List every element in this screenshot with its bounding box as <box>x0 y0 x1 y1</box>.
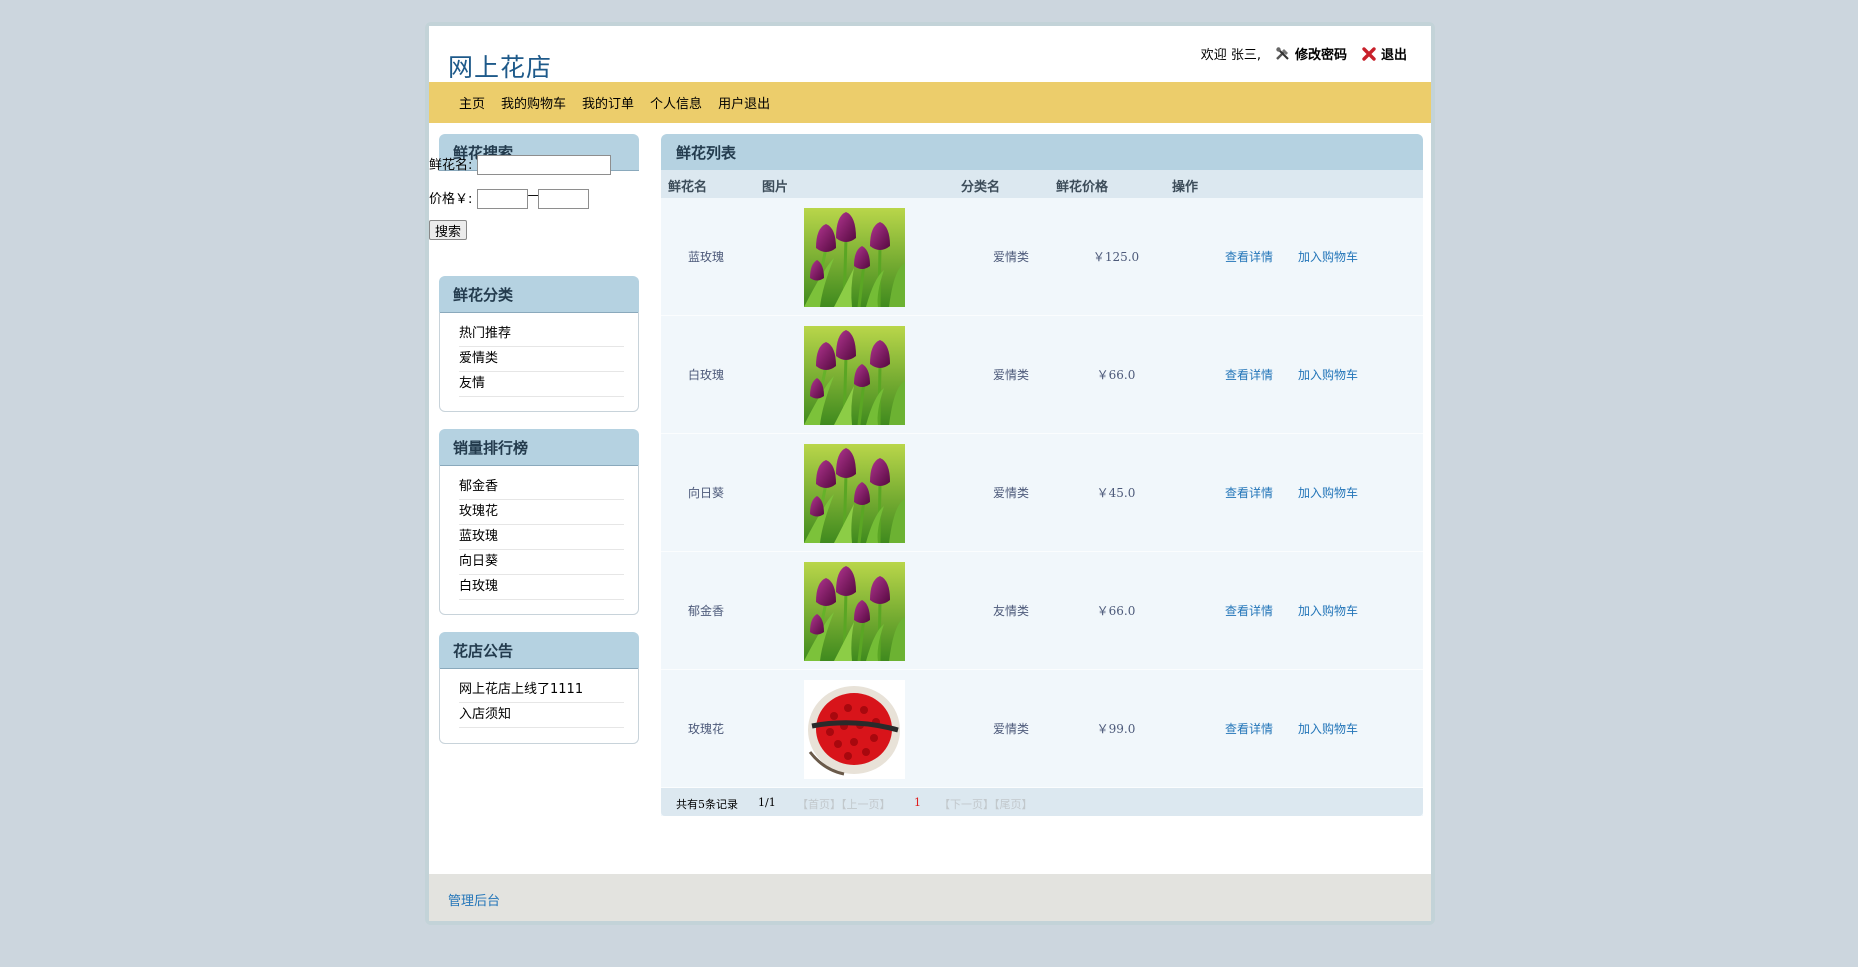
col-header-price: 鲜花价格 <box>1056 180 1109 195</box>
flower-category: 爱情类 <box>992 250 1029 264</box>
category-panel-title: 鲜花分类 <box>453 286 514 304</box>
ranking-item[interactable]: 白玫瑰 <box>459 575 624 600</box>
admin-link[interactable]: 管理后台 <box>448 890 500 909</box>
notice-panel: 网上花店上线了1111 入店须知 <box>439 668 639 744</box>
flower-image[interactable] <box>802 206 907 309</box>
flower-image[interactable] <box>802 442 907 545</box>
category-panel: 热门推荐 爱情类 友情 <box>439 312 639 412</box>
next-last-page-links[interactable]: 【下一页】【尾页】 <box>939 796 1033 812</box>
close-icon <box>1361 46 1377 62</box>
header: 网上花店 欢迎 张三, 修改密码 退出 <box>429 26 1431 82</box>
notice-panel-header: 花店公告 <box>439 632 639 669</box>
col-header-name: 鲜花名 <box>668 180 708 195</box>
category-panel-header: 鲜花分类 <box>439 276 639 313</box>
price-max-input[interactable] <box>537 189 589 209</box>
notice-panel-title: 花店公告 <box>453 642 514 660</box>
add-to-cart-link[interactable]: 加入购物车 <box>1298 720 1358 737</box>
flower-name: 蓝玫瑰 <box>687 250 724 264</box>
nav-profile[interactable]: 个人信息 <box>650 93 702 112</box>
flower-category: 爱情类 <box>992 486 1029 500</box>
view-detail-link[interactable]: 查看详情 <box>1225 484 1273 501</box>
flower-list-header: 鲜花列表 <box>661 134 1423 170</box>
flower-category: 爱情类 <box>992 722 1029 736</box>
page-indicator: 1/1 <box>758 796 776 809</box>
ranking-panel: 郁金香 玫瑰花 蓝玫瑰 向日葵 白玫瑰 <box>439 465 639 615</box>
flower-price: ￥66.0 <box>1096 604 1136 618</box>
site-title: 网上花店 <box>448 53 553 82</box>
nav-my-cart[interactable]: 我的购物车 <box>501 93 566 112</box>
add-to-cart-link[interactable]: 加入购物车 <box>1298 602 1358 619</box>
page-container: 网上花店 欢迎 张三, 修改密码 退出 主页 我的购物车 我的订单 个人信息 用… <box>429 26 1431 921</box>
flower-table: 鲜花名 图片 分类名 鲜花价格 操作 蓝玫瑰 爱情类 ￥125.0 查看详情 加… <box>661 170 1423 816</box>
col-header-category: 分类名 <box>961 180 1001 195</box>
ranking-panel-title: 销量排行榜 <box>453 439 529 457</box>
add-to-cart-link[interactable]: 加入购物车 <box>1298 366 1358 383</box>
welcome-text: 欢迎 张三, <box>1200 48 1261 63</box>
name-search-row: 鲜花名: <box>429 154 611 175</box>
table-row: 玫瑰花 爱情类 ￥99.0 查看详情 加入购物车 <box>661 670 1423 788</box>
price-search-row: 价格￥: — <box>429 188 589 209</box>
first-prev-page-links[interactable]: 【首页】【上一页】 <box>797 796 891 812</box>
category-item[interactable]: 友情 <box>459 372 624 397</box>
view-detail-link[interactable]: 查看详情 <box>1225 366 1273 383</box>
nav-home[interactable]: 主页 <box>459 93 485 112</box>
flower-name: 玫瑰花 <box>687 722 724 736</box>
pagination: 共有5条记录 1/1 【首页】【上一页】 1 【下一页】【尾页】 <box>661 788 1423 816</box>
ranking-item[interactable]: 向日葵 <box>459 550 624 575</box>
flower-category: 爱情类 <box>992 368 1029 382</box>
table-row: 白玫瑰 爱情类 ￥66.0 查看详情 加入购物车 <box>661 316 1423 434</box>
table-row: 蓝玫瑰 爱情类 ￥125.0 查看详情 加入购物车 <box>661 198 1423 316</box>
add-to-cart-link[interactable]: 加入购物车 <box>1298 248 1358 265</box>
notice-item[interactable]: 入店须知 <box>459 703 624 728</box>
category-item[interactable]: 热门推荐 <box>459 322 624 347</box>
flower-category: 友情类 <box>992 604 1029 618</box>
name-label: 鲜花名: <box>429 158 473 173</box>
ranking-item[interactable]: 玫瑰花 <box>459 500 624 525</box>
table-row: 郁金香 友情类 ￥66.0 查看详情 加入购物车 <box>661 552 1423 670</box>
price-label: 价格￥: <box>429 192 473 207</box>
table-header-row: 鲜花名 图片 分类名 鲜花价格 操作 <box>661 170 1423 198</box>
main-nav: 主页 我的购物车 我的订单 个人信息 用户退出 <box>429 82 1431 123</box>
footer: 管理后台 <box>429 874 1431 921</box>
logout-link[interactable]: 退出 <box>1381 44 1407 63</box>
nav-user-logout[interactable]: 用户退出 <box>718 93 770 112</box>
flower-name: 郁金香 <box>687 604 724 618</box>
add-to-cart-link[interactable]: 加入购物车 <box>1298 484 1358 501</box>
change-password-link[interactable]: 修改密码 <box>1295 44 1347 63</box>
ranking-item[interactable]: 郁金香 <box>459 475 624 500</box>
flower-image[interactable] <box>802 324 907 427</box>
price-min-input[interactable] <box>476 189 528 209</box>
view-detail-link[interactable]: 查看详情 <box>1225 602 1273 619</box>
category-item[interactable]: 爱情类 <box>459 347 624 372</box>
table-row: 向日葵 爱情类 ￥45.0 查看详情 加入购物车 <box>661 434 1423 552</box>
ranking-item[interactable]: 蓝玫瑰 <box>459 525 624 550</box>
view-detail-link[interactable]: 查看详情 <box>1225 248 1273 265</box>
flower-list-title: 鲜花列表 <box>676 144 737 162</box>
flower-image[interactable] <box>804 680 905 779</box>
user-bar: 欢迎 张三, 修改密码 退出 <box>1201 44 1407 63</box>
ranking-panel-header: 销量排行榜 <box>439 429 639 466</box>
price-separator: — <box>528 188 538 203</box>
flower-price: ￥99.0 <box>1096 722 1136 736</box>
flower-price: ￥45.0 <box>1096 486 1136 500</box>
col-header-image: 图片 <box>762 180 789 195</box>
notice-item[interactable]: 网上花店上线了1111 <box>459 678 624 703</box>
current-page-number[interactable]: 1 <box>914 796 921 809</box>
flower-price: ￥125.0 <box>1092 250 1140 264</box>
view-detail-link[interactable]: 查看详情 <box>1225 720 1273 737</box>
nav-my-orders[interactable]: 我的订单 <box>582 93 634 112</box>
flower-name: 向日葵 <box>687 486 724 500</box>
flower-image[interactable] <box>802 560 907 663</box>
flower-price: ￥66.0 <box>1096 368 1136 382</box>
total-records: 共有5条记录 <box>676 798 738 811</box>
search-button[interactable]: 搜索 <box>429 220 468 240</box>
flower-name: 白玫瑰 <box>687 368 724 382</box>
page-frame: 网上花店 欢迎 张三, 修改密码 退出 主页 我的购物车 我的订单 个人信息 用… <box>425 22 1435 925</box>
col-header-action: 操作 <box>1172 180 1199 195</box>
tools-icon <box>1275 46 1291 62</box>
flower-name-input[interactable] <box>476 155 611 175</box>
